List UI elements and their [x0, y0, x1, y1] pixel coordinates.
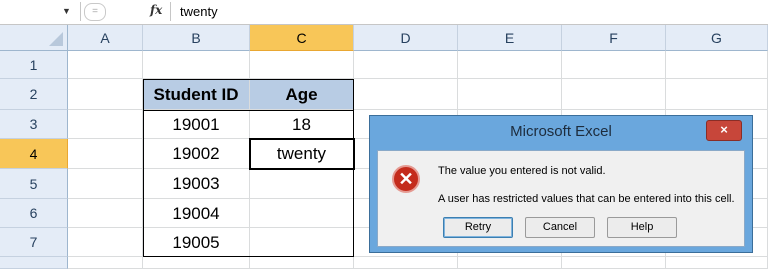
formula-input[interactable]: twenty: [180, 4, 218, 19]
formula-bar: ▼ = fx twenty: [0, 0, 768, 25]
grid-cell[interactable]: [666, 257, 768, 269]
grid-cell[interactable]: [666, 79, 768, 110]
grid-cell[interactable]: [68, 51, 143, 79]
grid-cell[interactable]: [68, 139, 143, 169]
row-header-7[interactable]: 7: [0, 228, 68, 257]
retry-button[interactable]: Retry: [443, 217, 513, 238]
grid-cell[interactable]: [68, 79, 143, 110]
cell-b4[interactable]: 19002: [143, 139, 250, 169]
row-header-2[interactable]: 2: [0, 79, 68, 110]
grid-cell[interactable]: [143, 257, 250, 269]
grid-cell[interactable]: [68, 169, 143, 199]
cell-b7[interactable]: 19005: [143, 228, 250, 257]
cell-c4[interactable]: twenty: [250, 139, 354, 169]
grid-cell[interactable]: [68, 199, 143, 228]
grid-cell[interactable]: [562, 51, 666, 79]
cell-b5[interactable]: 19003: [143, 169, 250, 199]
row-header-5[interactable]: 5: [0, 169, 68, 199]
header-cell-age[interactable]: Age: [250, 79, 354, 110]
dialog-message-secondary: A user has restricted values that can be…: [438, 193, 735, 205]
grid-cell[interactable]: [458, 257, 562, 269]
cell-c7[interactable]: [250, 228, 354, 257]
column-header-c[interactable]: C: [250, 25, 354, 51]
cancel-button[interactable]: Cancel: [525, 217, 595, 238]
row-header-6[interactable]: 6: [0, 199, 68, 228]
cell-c6[interactable]: [250, 199, 354, 228]
grid-cell[interactable]: [68, 110, 143, 139]
dialog-body: ✕ The value you entered is not valid. A …: [377, 150, 745, 247]
close-icon[interactable]: ×: [706, 120, 742, 141]
row-header-4[interactable]: 4: [0, 139, 68, 169]
row-header-8[interactable]: [0, 257, 68, 269]
grid-cell[interactable]: [458, 51, 562, 79]
grid-cell[interactable]: [666, 51, 768, 79]
help-button[interactable]: Help: [607, 217, 677, 238]
row-header-3[interactable]: 3: [0, 110, 68, 139]
row-header-1[interactable]: 1: [0, 51, 68, 79]
dialog-message-primary: The value you entered is not valid.: [438, 165, 606, 177]
error-dialog: Microsoft Excel × ✕ The value you entere…: [369, 115, 753, 253]
grid-cell[interactable]: [354, 51, 458, 79]
column-header-b[interactable]: B: [143, 25, 250, 51]
grid-cell[interactable]: [250, 51, 354, 79]
grid-cell[interactable]: [458, 79, 562, 110]
name-box[interactable]: ▼: [0, 2, 81, 21]
column-header-d[interactable]: D: [354, 25, 458, 51]
grid-cell[interactable]: [354, 79, 458, 110]
name-box-dropdown-icon[interactable]: ▼: [62, 6, 71, 16]
error-icon: ✕: [392, 165, 420, 193]
column-header-f[interactable]: F: [562, 25, 666, 51]
grid-cell[interactable]: [68, 257, 143, 269]
grid-cell[interactable]: [562, 79, 666, 110]
cell-c3[interactable]: 18: [250, 110, 354, 139]
formula-cancel-icon[interactable]: =: [84, 3, 106, 21]
grid-cell[interactable]: [250, 257, 354, 269]
select-all-button[interactable]: [0, 25, 68, 51]
cell-b3[interactable]: 19001: [143, 110, 250, 139]
grid-cell[interactable]: [68, 228, 143, 257]
cell-b6[interactable]: 19004: [143, 199, 250, 228]
header-cell-student-id[interactable]: Student ID: [143, 79, 250, 110]
dialog-title: Microsoft Excel: [510, 123, 612, 140]
grid-cell[interactable]: [354, 257, 458, 269]
formula-divider: [170, 2, 171, 21]
cell-c5[interactable]: [250, 169, 354, 199]
column-header-g[interactable]: G: [666, 25, 768, 51]
column-header-a[interactable]: A: [68, 25, 143, 51]
grid-cell[interactable]: [562, 257, 666, 269]
column-header-e[interactable]: E: [458, 25, 562, 51]
insert-function-icon[interactable]: fx: [150, 3, 162, 17]
grid-cell[interactable]: [143, 51, 250, 79]
